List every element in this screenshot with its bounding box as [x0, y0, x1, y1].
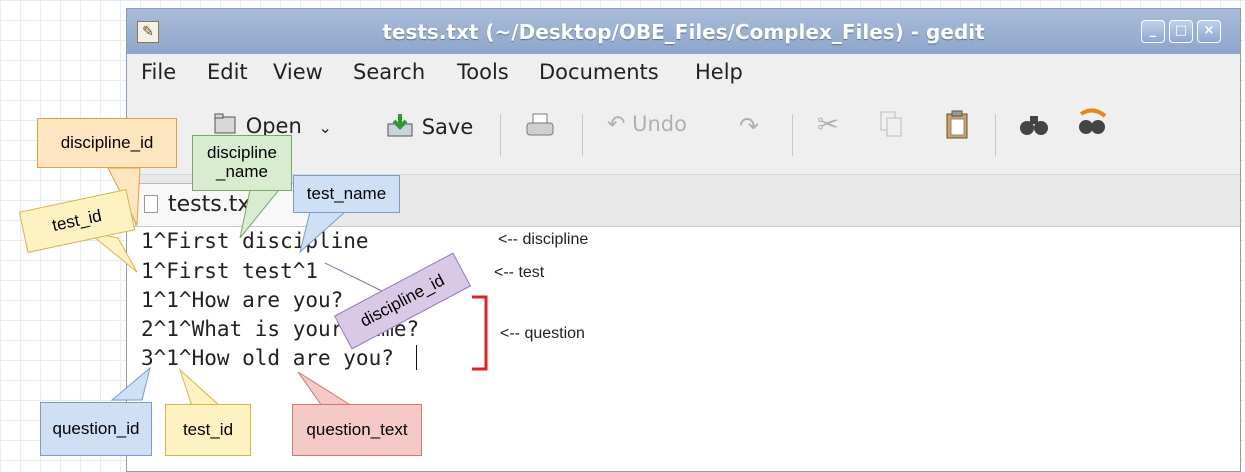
pointer-test-id-bottom — [178, 368, 222, 407]
pointer-discipline-name — [239, 185, 284, 239]
callout-test-name: test_name — [293, 175, 400, 213]
callout-discipline-id: discipline_id — [37, 118, 177, 168]
callout-question-text: question_text — [292, 404, 422, 456]
question-bracket — [472, 295, 488, 371]
annotation-pointers — [87, 167, 488, 407]
callout-test-id-bottom: test_id — [165, 404, 251, 456]
note-question: <-- question — [500, 325, 585, 342]
pointer-question-id — [110, 366, 151, 401]
pointer-test-name — [299, 211, 347, 254]
callout-discipline-name: discipline _name — [192, 135, 292, 191]
note-discipline: <-- discipline — [498, 231, 589, 248]
note-test: <-- test — [494, 264, 545, 281]
pointer-question-text — [297, 371, 354, 407]
callout-question-id: question_id — [40, 402, 152, 456]
